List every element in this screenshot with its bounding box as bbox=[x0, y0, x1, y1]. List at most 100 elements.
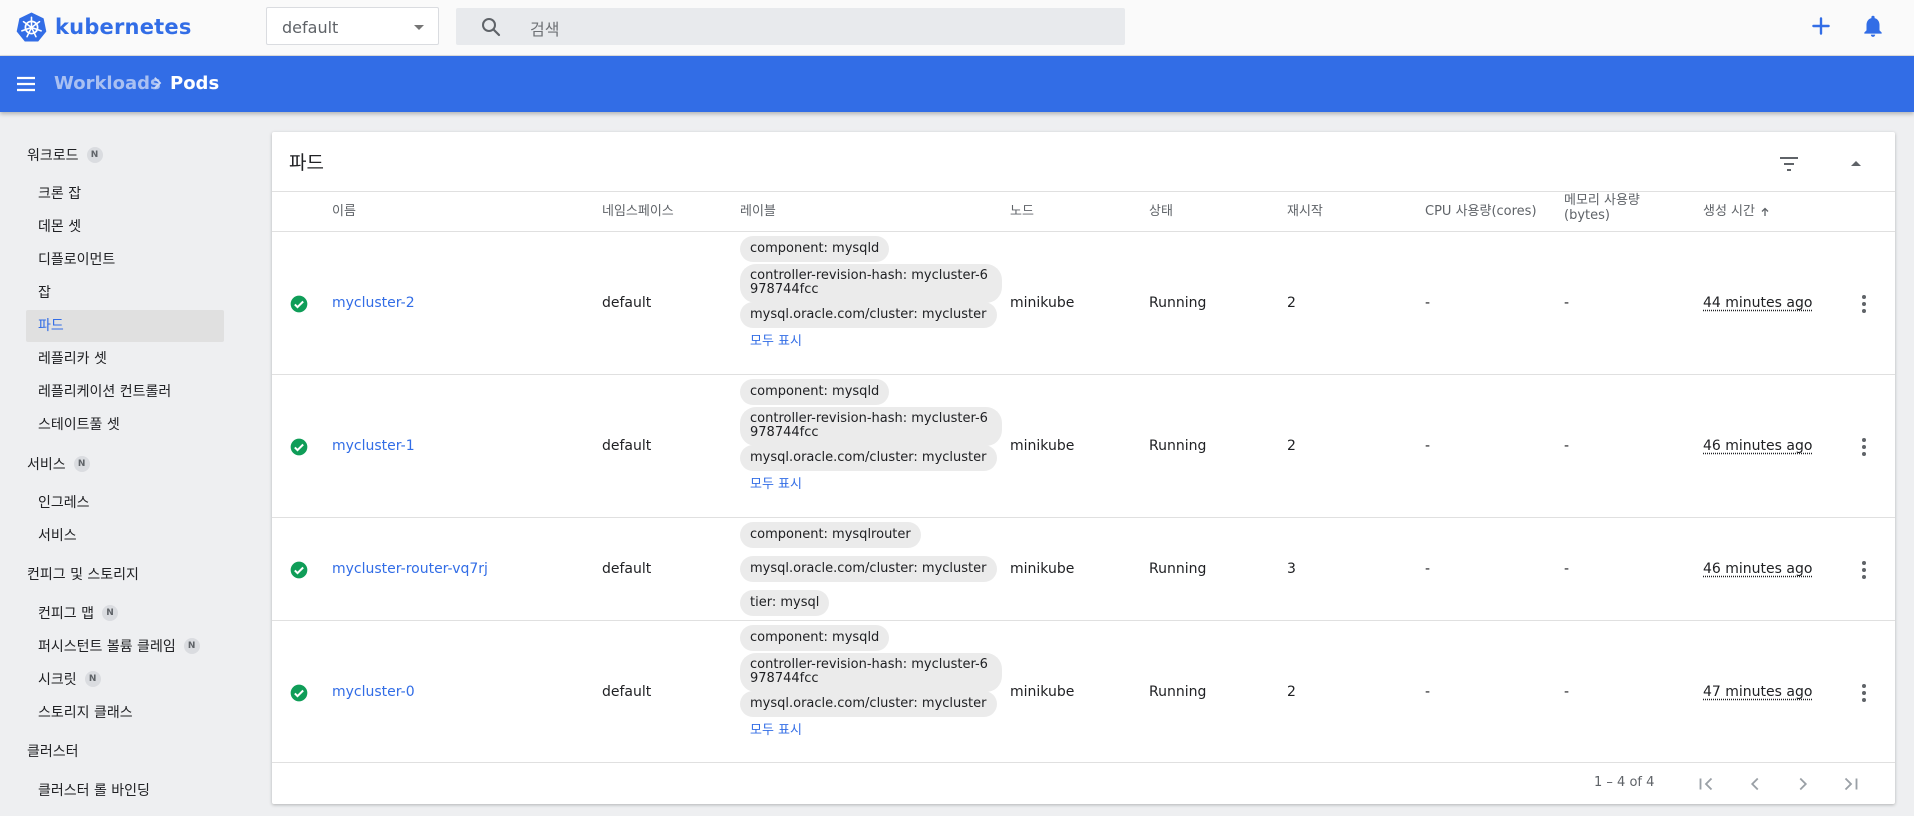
more-vert-icon[interactable] bbox=[1852, 558, 1876, 582]
label-chip: tier: mysql bbox=[740, 590, 830, 616]
pod-restarts: 2 bbox=[1287, 295, 1296, 311]
sort-ascending-icon bbox=[1761, 207, 1769, 216]
sidebar-item-cronjobs[interactable]: 크론 잡 bbox=[38, 183, 81, 203]
check-circle-icon bbox=[290, 684, 308, 702]
pod-created: 44 minutes ago bbox=[1703, 295, 1813, 311]
bell-icon[interactable] bbox=[1860, 13, 1886, 39]
new-badge: N bbox=[183, 638, 200, 654]
column-header-node[interactable]: 노드 bbox=[1010, 204, 1034, 219]
pod-cpu: - bbox=[1425, 684, 1431, 700]
paginator: 1 – 4 of 4 bbox=[272, 763, 1895, 804]
sidebar-item-replicasets[interactable]: 레플리카 셋 bbox=[38, 348, 107, 368]
column-header-status[interactable]: 상태 bbox=[1149, 204, 1173, 219]
breadcrumb-workloads[interactable]: Workloads bbox=[54, 73, 161, 94]
sidebar-item-services[interactable]: 서비스 bbox=[38, 525, 77, 545]
pod-cpu: - bbox=[1425, 295, 1431, 311]
pod-status: Running bbox=[1149, 561, 1207, 577]
label-chip: controller-revision-hash: mycluster-6978… bbox=[740, 407, 1002, 446]
sidebar-item-replicationcontrollers[interactable]: 레플리케이션 컨트롤러 bbox=[38, 381, 171, 401]
sidebar-group-cluster[interactable]: 클러스터 bbox=[27, 741, 79, 761]
pod-name-link[interactable]: mycluster-0 bbox=[332, 684, 415, 700]
pod-status: Running bbox=[1149, 438, 1207, 454]
sidebar-item-clusterrolebindings[interactable]: 클러스터 롤 바인딩 bbox=[38, 780, 150, 800]
column-header-restarts[interactable]: 재시작 bbox=[1287, 204, 1323, 219]
pod-cpu: - bbox=[1425, 438, 1431, 454]
search-bar[interactable]: 검색 bbox=[456, 8, 1125, 45]
sidebar-item-storageclasses[interactable]: 스토리지 클래스 bbox=[38, 702, 133, 722]
pod-created: 46 minutes ago bbox=[1703, 438, 1813, 454]
pod-created: 46 minutes ago bbox=[1703, 561, 1813, 577]
sidebar-item-pods[interactable]: 파드 bbox=[38, 315, 64, 335]
sidebar-group-services[interactable]: 서비스 N bbox=[27, 454, 90, 474]
filter-icon[interactable] bbox=[1777, 152, 1801, 176]
sidebar-item-deployments[interactable]: 디플로이먼트 bbox=[38, 249, 115, 269]
new-badge: N bbox=[86, 147, 103, 163]
pod-restarts: 2 bbox=[1287, 438, 1296, 454]
pod-name-link[interactable]: mycluster-1 bbox=[332, 438, 415, 454]
pod-node: minikube bbox=[1010, 684, 1075, 700]
sidebar-item-label: 퍼시스턴트 볼륨 클레임 bbox=[38, 639, 176, 655]
show-all-labels-link[interactable]: 모두 표시 bbox=[750, 719, 802, 738]
check-circle-icon bbox=[290, 295, 308, 313]
pod-namespace: default bbox=[602, 438, 652, 454]
show-all-labels-link[interactable]: 모두 표시 bbox=[750, 473, 802, 492]
card-title: 파드 bbox=[289, 152, 324, 174]
sidebar-item-ingresses[interactable]: 인그레스 bbox=[38, 492, 90, 512]
pod-namespace: default bbox=[602, 684, 652, 700]
kubernetes-logo-icon bbox=[16, 12, 47, 42]
new-badge: N bbox=[73, 456, 90, 472]
first-page-icon[interactable] bbox=[1695, 773, 1717, 795]
sidebar-item-daemonsets[interactable]: 데몬 셋 bbox=[38, 216, 81, 236]
sidebar-group-workloads[interactable]: 워크로드 N bbox=[27, 145, 103, 165]
last-page-icon[interactable] bbox=[1840, 773, 1862, 795]
kubernetes-logo[interactable]: kubernetes bbox=[16, 11, 192, 42]
new-badge: N bbox=[84, 671, 101, 687]
column-header-namespace[interactable]: 네임스페이스 bbox=[602, 204, 674, 219]
pod-memory: - bbox=[1564, 561, 1570, 577]
sidebar-item-pvcs[interactable]: 퍼시스턴트 볼륨 클레임 N bbox=[38, 636, 200, 656]
column-header-created[interactable]: 생성 시간 bbox=[1703, 204, 1771, 219]
sidebar-item-label: 시크릿 bbox=[38, 672, 77, 688]
sidebar-item-jobs[interactable]: 잡 bbox=[38, 282, 51, 302]
add-icon[interactable] bbox=[1808, 13, 1834, 39]
chevron-right-icon bbox=[154, 77, 162, 89]
column-header-cpu: CPU 사용량(cores) bbox=[1425, 204, 1537, 219]
more-vert-icon[interactable] bbox=[1852, 292, 1876, 316]
pod-memory: - bbox=[1564, 438, 1570, 454]
search-input[interactable]: 검색 bbox=[530, 16, 559, 40]
breadcrumb-current: Pods bbox=[170, 73, 220, 94]
top-toolbar: kubernetes default 검색 bbox=[0, 0, 1914, 56]
label-chip: component: mysqlrouter bbox=[740, 522, 921, 548]
dropdown-arrow-icon bbox=[414, 25, 424, 30]
label-chip: controller-revision-hash: mycluster-6978… bbox=[740, 653, 1002, 692]
more-vert-icon[interactable] bbox=[1852, 435, 1876, 459]
label-chip: mysql.oracle.com/cluster: mycluster bbox=[740, 302, 997, 328]
table-row: mycluster-2 default component: mysqld co… bbox=[272, 232, 1895, 375]
show-all-labels-link[interactable]: 모두 표시 bbox=[750, 330, 802, 349]
next-page-icon[interactable] bbox=[1792, 773, 1814, 795]
pod-name-link[interactable]: mycluster-router-vq7rj bbox=[332, 561, 488, 577]
pod-restarts: 3 bbox=[1287, 561, 1296, 577]
sidebar-item-configmaps[interactable]: 컨피그 맵 N bbox=[38, 603, 118, 623]
column-header-labels: 레이블 bbox=[740, 204, 776, 219]
sidebar-item-secrets[interactable]: 시크릿 N bbox=[38, 669, 101, 689]
label-chip: controller-revision-hash: mycluster-6978… bbox=[740, 264, 1002, 303]
more-vert-icon[interactable] bbox=[1852, 681, 1876, 705]
check-circle-icon bbox=[290, 438, 308, 456]
prev-page-icon[interactable] bbox=[1744, 773, 1766, 795]
sidebar-item-label: 컨피그 맵 bbox=[38, 606, 94, 622]
pod-cpu: - bbox=[1425, 561, 1431, 577]
check-circle-icon bbox=[290, 561, 308, 579]
pod-name-link[interactable]: mycluster-2 bbox=[332, 295, 415, 311]
app-header: Workloads Pods bbox=[0, 56, 1914, 112]
search-icon bbox=[482, 18, 501, 37]
collapse-icon[interactable] bbox=[1844, 152, 1868, 176]
pod-restarts: 2 bbox=[1287, 684, 1296, 700]
namespace-select[interactable]: default bbox=[266, 7, 439, 45]
column-header-name[interactable]: 이름 bbox=[332, 204, 356, 219]
menu-icon[interactable] bbox=[14, 72, 38, 96]
sidebar-item-statefulsets[interactable]: 스테이트풀 셋 bbox=[38, 414, 120, 434]
table-row: mycluster-0 default component: mysqld co… bbox=[272, 621, 1895, 763]
label-chip: component: mysqld bbox=[740, 625, 890, 651]
sidebar-group-config[interactable]: 컨피그 및 스토리지 bbox=[27, 564, 139, 584]
